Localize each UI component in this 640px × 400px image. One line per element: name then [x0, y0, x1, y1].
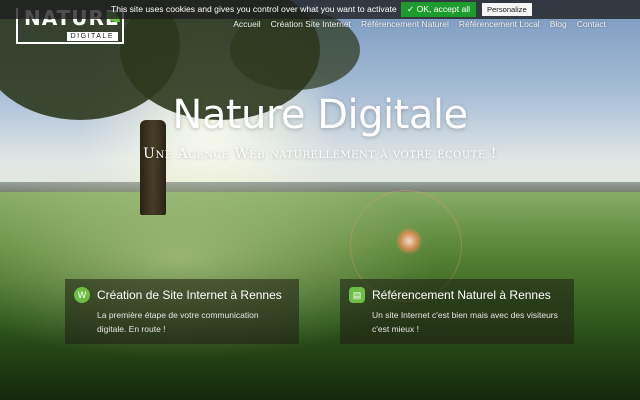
nav-item-blog[interactable]: Blog [550, 19, 567, 29]
wordpress-icon: W [74, 287, 90, 303]
cookie-bar: This site uses cookies and gives you con… [0, 0, 640, 19]
logo-subtitle: DIGITALE [66, 32, 118, 41]
personalize-button[interactable]: Personalize [482, 3, 532, 16]
card-header: W Création de Site Internet à Rennes [74, 287, 289, 303]
card-text: La première étape de votre communication… [97, 310, 259, 334]
service-card-referencement[interactable]: ▤ Référencement Naturel à Rennes Un site… [340, 279, 574, 344]
nav-item-referencement-local[interactable]: Référencement Local [459, 19, 540, 29]
card-title[interactable]: Création de Site Internet à Rennes [97, 288, 282, 302]
nav-item-accueil[interactable]: Accueil [233, 19, 260, 29]
cookie-message: This site uses cookies and gives you con… [111, 4, 397, 14]
service-card-creation[interactable]: W Création de Site Internet à Rennes La … [65, 279, 299, 344]
accept-all-button[interactable]: ✓ OK, accept all [401, 2, 477, 17]
nav-item-contact[interactable]: Contact [577, 19, 606, 29]
nav-item-referencement-naturel[interactable]: Référencement Naturel [361, 19, 449, 29]
hero-subtitle: Une Agence Web naturellement à votre éco… [143, 146, 497, 162]
card-title[interactable]: Référencement Naturel à Rennes [372, 288, 551, 302]
hero-title: Nature Digitale [172, 92, 468, 138]
card-header: ▤ Référencement Naturel à Rennes [349, 287, 564, 303]
document-icon: ▤ [349, 287, 365, 303]
main-nav: Accueil Création Site Internet Référence… [233, 19, 606, 29]
card-text: Un site Internet c'est bien mais avec de… [372, 310, 558, 334]
nav-item-creation-site[interactable]: Création Site Internet [271, 19, 351, 29]
